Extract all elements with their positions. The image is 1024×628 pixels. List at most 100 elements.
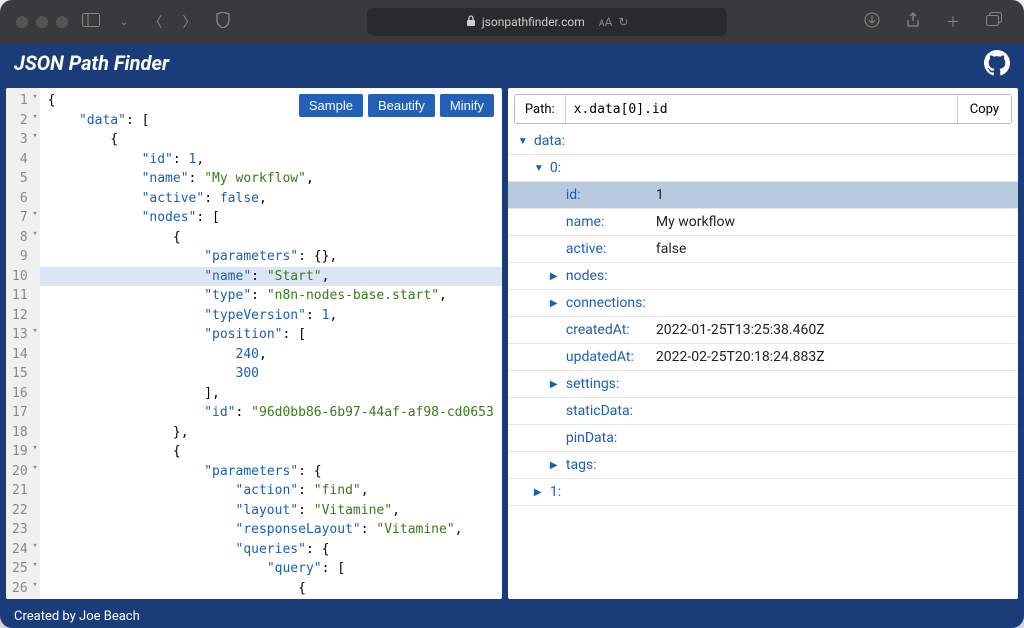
tree-value: 2022-01-25T13:25:38.460Z <box>656 322 825 338</box>
tree-node[interactable]: ▶ 1: <box>508 479 1018 506</box>
tree-key: staticData: <box>566 403 646 419</box>
reader-icon[interactable]: ᴀA <box>599 15 613 29</box>
line-number: 7 <box>12 208 28 228</box>
line-number: 9 <box>12 247 28 267</box>
tree-key: settings: <box>566 376 646 392</box>
code-line[interactable]: "id": 1, <box>40 150 502 170</box>
forward-icon[interactable]: 〉 <box>176 8 202 36</box>
code-line[interactable]: "parameters": { <box>40 462 502 482</box>
download-icon[interactable] <box>858 8 886 36</box>
code-line[interactable]: "nodes": [ <box>40 208 502 228</box>
code-line[interactable]: "name": "Start", <box>40 267 502 287</box>
line-number: 1 <box>12 91 28 111</box>
code-line[interactable]: 300 <box>40 364 502 384</box>
caret-down-icon[interactable]: ▼ <box>534 163 546 174</box>
beautify-button[interactable]: Beautify <box>368 94 435 117</box>
line-number: 26 <box>12 579 28 599</box>
tree-key: tags: <box>566 457 646 473</box>
tree-node[interactable]: ▶nodes: <box>508 263 1018 290</box>
code-line[interactable]: "queries": { <box>40 540 502 560</box>
code-line[interactable]: ], <box>40 384 502 404</box>
code-line[interactable]: "name": "My workflow", <box>40 169 502 189</box>
caret-down-icon[interactable]: ▼ <box>518 136 530 147</box>
code-line[interactable]: { <box>40 442 502 462</box>
tree-node[interactable]: ▼ data: <box>508 128 1018 155</box>
code-line[interactable]: "type": "n8n-nodes-base.start", <box>40 286 502 306</box>
github-link[interactable] <box>984 50 1010 76</box>
tree-node[interactable]: name: My workflow <box>508 209 1018 236</box>
code-line[interactable]: "responseLayout": "Vitamine", <box>40 520 502 540</box>
tree-node[interactable]: ▼ 0: <box>508 155 1018 182</box>
tree-key: 1: <box>550 484 630 500</box>
share-icon[interactable] <box>900 8 926 36</box>
app-header: JSON Path Finder <box>0 44 1024 82</box>
tree-node[interactable]: staticData: <box>508 398 1018 425</box>
tree-node[interactable]: updatedAt:2022-02-25T20:18:24.883Z <box>508 344 1018 371</box>
lock-icon <box>466 15 476 30</box>
tree-key: id: <box>566 187 646 203</box>
line-number: 24 <box>12 540 28 560</box>
new-tab-icon[interactable]: ＋ <box>940 8 966 36</box>
tabs-icon[interactable] <box>980 8 1008 36</box>
footer-credit: Created by Joe Beach <box>14 609 140 624</box>
code-line[interactable]: "query": [ <box>40 559 502 579</box>
tree-value: My workflow <box>656 214 735 230</box>
line-number: 18 <box>12 423 28 443</box>
minify-button[interactable]: Minify <box>440 94 494 117</box>
line-number: 21 <box>12 481 28 501</box>
json-tree[interactable]: ▼ data: ▼ 0: id:1 name: My workflow active:fals… <box>508 124 1018 599</box>
code-line[interactable]: { <box>40 579 502 599</box>
tree-value: 2022-02-25T20:18:24.883Z <box>656 349 825 365</box>
code-line[interactable]: { <box>40 130 502 150</box>
path-input[interactable] <box>566 95 957 123</box>
close-window[interactable] <box>16 16 28 28</box>
minimize-window[interactable] <box>36 16 48 28</box>
copy-button[interactable]: Copy <box>957 95 1011 123</box>
sample-button[interactable]: Sample <box>299 94 363 117</box>
line-number: 5 <box>12 169 28 189</box>
code-line[interactable]: "parameters": {}, <box>40 247 502 267</box>
code-line[interactable]: "active": false, <box>40 189 502 209</box>
tree-node[interactable]: pinData: <box>508 425 1018 452</box>
path-label: Path: <box>515 95 566 123</box>
tree-key: data: <box>534 133 614 149</box>
path-bar: Path: Copy <box>514 94 1012 124</box>
chevron-down-icon[interactable]: ⌄ <box>114 13 134 32</box>
traffic-lights <box>16 16 68 28</box>
line-number: 2 <box>12 111 28 131</box>
caret-right-icon[interactable]: ▶ <box>534 487 546 498</box>
tree-node[interactable]: active:false <box>508 236 1018 263</box>
tree-value: false <box>656 241 687 257</box>
maximize-window[interactable] <box>56 16 68 28</box>
code-line[interactable]: "layout": "Vitamine", <box>40 501 502 521</box>
code-line[interactable]: "position": [ <box>40 325 502 345</box>
code-line[interactable]: "fields": { <box>40 598 502 599</box>
code-line[interactable]: 240, <box>40 345 502 365</box>
tree-node[interactable]: id:1 <box>508 182 1018 209</box>
caret-right-icon[interactable]: ▶ <box>550 298 562 309</box>
line-number: 27 <box>12 598 28 599</box>
shield-icon[interactable] <box>210 8 236 36</box>
line-number: 17 <box>12 403 28 423</box>
url-bar[interactable]: jsonpathfinder.com ᴀA ↻ <box>367 8 727 36</box>
code-line[interactable]: "action": "find", <box>40 481 502 501</box>
tree-node[interactable]: ▶ connections: <box>508 290 1018 317</box>
tree-key: 0: <box>550 160 630 176</box>
caret-right-icon[interactable]: ▶ <box>550 271 562 282</box>
caret-right-icon[interactable]: ▶ <box>550 460 562 471</box>
caret-right-icon[interactable]: ▶ <box>550 379 562 390</box>
code-line[interactable]: }, <box>40 423 502 443</box>
tree-node[interactable]: ▶ settings: <box>508 371 1018 398</box>
code-line[interactable]: "id": "96d0bb86-6b97-44af-af98-cd0653 <box>40 403 502 423</box>
back-icon[interactable]: 〈 <box>142 8 168 36</box>
tree-key: name: <box>566 214 646 230</box>
tree-key: connections: <box>566 295 646 311</box>
code-line[interactable]: "typeVersion": 1, <box>40 306 502 326</box>
tree-node[interactable]: ▶ tags: <box>508 452 1018 479</box>
tree-node[interactable]: createdAt:2022-01-25T13:25:38.460Z <box>508 317 1018 344</box>
code-editor[interactable]: 1234567891011121314151617181920212223242… <box>6 88 502 599</box>
code-line[interactable]: { <box>40 228 502 248</box>
line-number: 23 <box>12 520 28 540</box>
reload-icon[interactable]: ↻ <box>619 15 629 29</box>
sidebar-toggle-icon[interactable] <box>76 9 106 35</box>
